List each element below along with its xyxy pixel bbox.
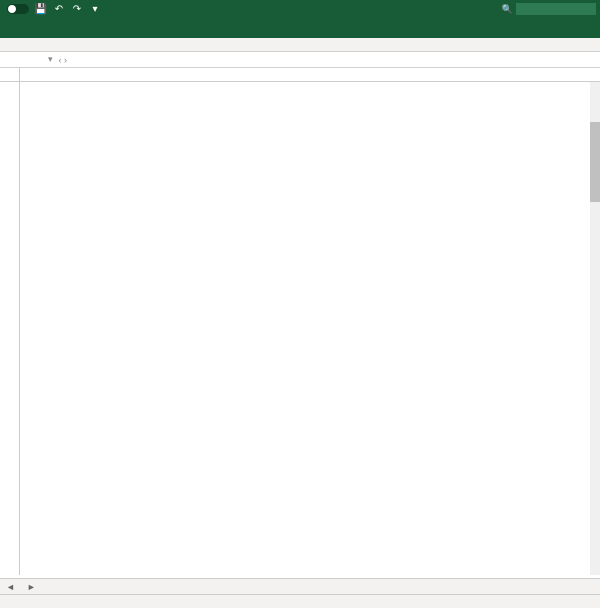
sheet-nav-next-icon[interactable]: ►: [21, 582, 42, 592]
formula-bar: ▾ ‹ ›: [0, 52, 600, 68]
toggle-off-icon[interactable]: [7, 4, 29, 14]
customize-qat-icon[interactable]: ▾: [89, 3, 101, 15]
sheet-nav-prev-icon[interactable]: ◄: [0, 582, 21, 592]
select-all-corner[interactable]: [0, 68, 20, 81]
title-bar: 💾 ↶ ↷ ▾ 🔍: [0, 0, 600, 18]
autosave-toggle[interactable]: [4, 4, 29, 14]
redo-icon[interactable]: ↷: [71, 3, 83, 15]
row-headers: [0, 82, 20, 575]
worksheet-grid[interactable]: [0, 82, 600, 575]
search-input[interactable]: [516, 3, 596, 15]
namebox-dropdown-icon[interactable]: ▾: [45, 54, 56, 65]
status-bar: [0, 594, 600, 608]
ribbon-collapsed-bar: [0, 38, 600, 52]
sheet-tabs: ◄ ►: [0, 578, 600, 594]
undo-icon[interactable]: ↶: [53, 3, 65, 15]
fx-chevrons: ‹ ›: [56, 55, 71, 65]
sheet-canvas[interactable]: [20, 82, 600, 575]
save-icon[interactable]: 💾: [35, 3, 47, 15]
scrollbar-thumb[interactable]: [590, 122, 600, 202]
search-box[interactable]: 🔍: [502, 3, 596, 15]
vertical-scrollbar[interactable]: [590, 82, 600, 575]
search-icon: 🔍: [502, 4, 513, 15]
column-headers: [0, 68, 600, 82]
ribbon-tabs: [0, 18, 600, 38]
